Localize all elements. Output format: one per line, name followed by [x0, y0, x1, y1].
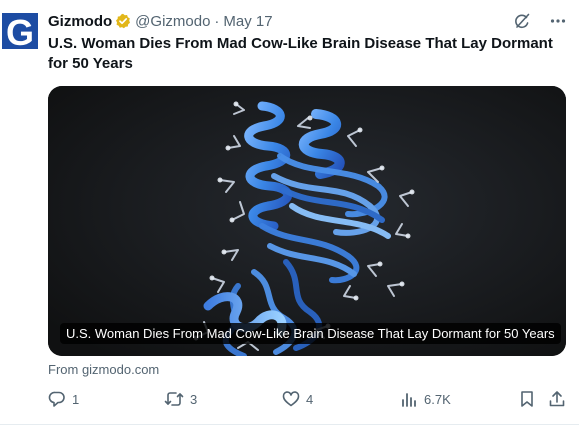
top-actions: [511, 10, 569, 32]
heart-icon: [282, 391, 300, 407]
reply-count: 1: [72, 391, 80, 407]
repost-icon: [164, 392, 184, 406]
views-icon: [402, 393, 416, 407]
link-card[interactable]: U.S. Woman Dies From Mad Cow-Like Brain …: [48, 86, 566, 356]
repost-button[interactable]: 3: [164, 390, 197, 408]
like-count: 4: [306, 391, 314, 407]
separator-dot: ·: [214, 12, 220, 30]
tweet[interactable]: G Gizmodo @Gizmodo · May 17 U.S. Woman D…: [0, 0, 579, 425]
card-source-link[interactable]: From gizmodo.com: [48, 362, 159, 377]
views-count: 6.7K: [424, 391, 451, 407]
bookmark-button[interactable]: [518, 390, 536, 408]
like-button[interactable]: 4: [282, 390, 313, 408]
author-handle[interactable]: @Gizmodo: [135, 13, 210, 30]
tweet-date[interactable]: May 17: [223, 13, 272, 30]
tweet-text: U.S. Woman Dies From Mad Cow-Like Brain …: [48, 35, 553, 72]
share-button[interactable]: [548, 390, 566, 408]
avatar[interactable]: G: [0, 11, 40, 53]
card-caption[interactable]: U.S. Woman Dies From Mad Cow-Like Brain …: [60, 323, 561, 344]
reply-button[interactable]: 1: [48, 390, 79, 408]
bookmark-icon: [521, 391, 533, 407]
grok-icon[interactable]: [511, 10, 533, 32]
tweet-actions: 1 3 4 6.7K: [48, 390, 568, 410]
tweet-header: Gizmodo @Gizmodo · May 17: [48, 11, 273, 31]
share-icon: [549, 391, 565, 407]
author-name[interactable]: Gizmodo: [48, 13, 112, 30]
protein-structure-image: [48, 86, 566, 356]
repost-count: 3: [190, 391, 198, 407]
views-button[interactable]: 6.7K: [400, 390, 451, 408]
reply-icon: [48, 391, 65, 407]
more-icon[interactable]: [547, 10, 569, 32]
verified-badge-icon: [115, 13, 131, 29]
